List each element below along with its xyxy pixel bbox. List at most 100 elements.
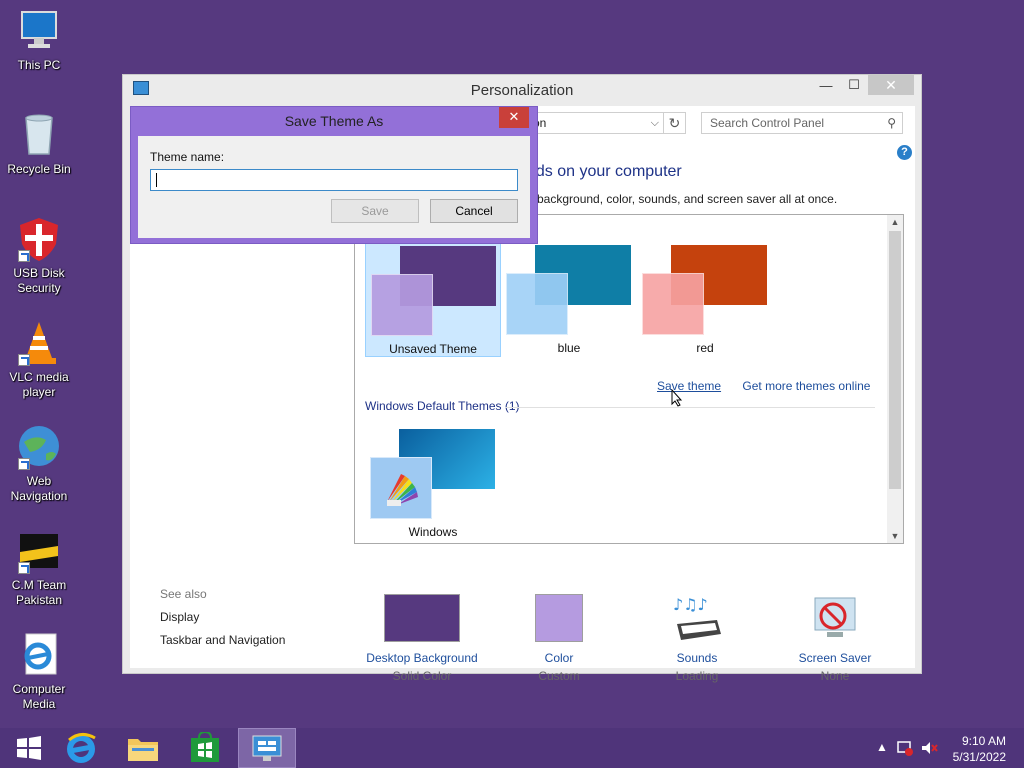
shortcut-arrow-icon	[18, 458, 30, 470]
network-icon[interactable]	[896, 740, 914, 756]
screen-saver-icon	[797, 594, 873, 642]
desktop-background-swatch	[384, 594, 460, 642]
see-also-display-link[interactable]: Display	[160, 610, 199, 624]
color-swatch	[535, 594, 583, 642]
color-palette-icon	[370, 457, 432, 519]
scroll-up-icon[interactable]: ▲	[887, 217, 903, 227]
windows-logo-icon	[17, 736, 41, 760]
window-title-bar[interactable]: Personalization — ☐ ✕	[123, 75, 921, 105]
theme-name-input[interactable]	[150, 169, 518, 191]
scroll-down-icon[interactable]: ▼	[887, 531, 903, 541]
close-button[interactable]: ✕	[868, 75, 914, 95]
desktop-icon-label: Recycle Bin	[7, 162, 71, 176]
desktop-background-link[interactable]: Desktop Background	[352, 651, 492, 665]
screen-saver-option[interactable]: Screen Saver None	[765, 594, 905, 683]
computer-icon	[16, 8, 62, 54]
see-also-taskbar-link[interactable]: Taskbar and Navigation	[160, 633, 285, 647]
taskbar-control-panel[interactable]	[238, 728, 296, 768]
system-clock[interactable]: 9:10 AM 5/31/2022	[953, 733, 1006, 765]
show-hidden-icons[interactable]: ▲	[876, 740, 888, 754]
recycle-bin-icon	[16, 112, 62, 158]
control-panel-icon	[252, 735, 282, 761]
screen-saver-value: None	[820, 669, 850, 683]
desktop-background-option[interactable]: Desktop Background Solid Color	[352, 594, 492, 683]
color-value: Custom	[538, 669, 580, 683]
store-icon	[191, 732, 219, 762]
desktop-icon-label: USB Disk Security	[13, 266, 65, 295]
theme-label: Unsaved Theme	[389, 342, 477, 356]
page-heading: nds on your computer	[527, 163, 682, 180]
address-bar[interactable]: on ⌵	[524, 112, 664, 134]
shortcut-arrow-icon	[18, 562, 30, 574]
desktop-icon-computer-media[interactable]: Computer Media	[4, 632, 74, 712]
chevron-down-icon[interactable]: ⌵	[651, 113, 659, 133]
search-icon[interactable]: ⚲	[887, 113, 896, 133]
dialog-title: Save Theme As	[284, 113, 384, 129]
desktop-icon-this-pc[interactable]: This PC	[4, 8, 74, 73]
taskbar-file-explorer[interactable]	[114, 728, 172, 768]
theme-label: red	[696, 341, 714, 355]
start-button[interactable]	[0, 728, 58, 768]
desktop-icon-label: VLC media player	[9, 370, 69, 399]
shortcut-arrow-icon	[18, 354, 30, 366]
shield-icon	[16, 216, 62, 262]
theme-windows[interactable]: Windows	[365, 419, 501, 541]
desktop-icon-cm-team[interactable]: C.M Team Pakistan	[4, 528, 74, 608]
cancel-button[interactable]: Cancel	[430, 199, 518, 223]
dialog-body: Theme name: Save Cancel	[138, 136, 530, 238]
theme-red[interactable]: red	[637, 235, 773, 357]
sounds-icon: ♪♫♪	[659, 594, 735, 642]
theme-label: Windows	[408, 525, 458, 539]
desktop-icon-vlc[interactable]: VLC media player	[4, 320, 74, 400]
desktop-background-value: Solid Color	[392, 669, 452, 683]
desktop-icon-recycle-bin[interactable]: Recycle Bin	[4, 112, 74, 177]
taskbar: ▲ 9:10 AM 5/31/2022	[0, 728, 1024, 768]
sounds-link[interactable]: Sounds	[627, 651, 767, 665]
theme-unsaved[interactable]: Unsaved Theme	[365, 235, 501, 357]
dialog-close-button[interactable]: ✕	[499, 107, 529, 128]
theme-color-swatch	[642, 273, 704, 335]
cm-team-icon	[16, 528, 62, 574]
desktop-icon-label: Web Navigation	[10, 474, 68, 503]
screen-saver-link[interactable]: Screen Saver	[765, 651, 905, 665]
color-link[interactable]: Color	[489, 651, 629, 665]
taskbar-internet-explorer[interactable]	[52, 728, 110, 768]
color-option[interactable]: Color Custom	[489, 594, 629, 683]
theme-blue[interactable]: blue	[501, 235, 637, 357]
theme-list-scrollbar[interactable]: ▲ ▼	[887, 215, 903, 543]
theme-links: Save theme Get more themes online	[657, 379, 888, 393]
refresh-button[interactable]: ↻	[664, 112, 686, 134]
search-input[interactable]: Search Control Panel ⚲	[701, 112, 903, 134]
folder-icon	[128, 739, 158, 761]
vlc-cone-icon	[16, 320, 62, 366]
desktop-icon-usb-disk-security[interactable]: USB Disk Security	[4, 216, 74, 296]
desktop-icon-label: Computer Media	[12, 682, 66, 711]
desktop-icon-web-navigation[interactable]: Web Navigation	[4, 424, 74, 504]
page-subtext: p background, color, sounds, and screen …	[527, 192, 838, 206]
sounds-option[interactable]: ♪♫♪ Sounds Loading	[627, 594, 767, 683]
mouse-cursor-icon	[671, 389, 683, 407]
see-also-title: See also	[160, 587, 207, 601]
svg-text:♪♫♪: ♪♫♪	[673, 595, 708, 614]
scrollbar-thumb[interactable]	[889, 231, 901, 489]
default-themes-header: Windows Default Themes (1)	[365, 399, 520, 413]
taskbar-store[interactable]	[176, 728, 234, 768]
help-icon[interactable]: ?	[897, 145, 912, 160]
internet-explorer-icon	[67, 733, 96, 763]
theme-name-label: Theme name:	[150, 150, 225, 164]
volume-muted-icon[interactable]	[920, 740, 938, 756]
dialog-title-bar[interactable]: Save Theme As ✕	[131, 107, 537, 135]
globe-icon	[16, 424, 62, 470]
save-theme-link[interactable]: Save theme	[657, 379, 721, 393]
sounds-value: Loading	[675, 669, 719, 683]
minimize-button[interactable]: —	[812, 75, 840, 95]
theme-color-swatch	[371, 274, 433, 336]
theme-list: Unsaved Theme blue red Save theme Get mo…	[354, 214, 904, 544]
text-caret	[156, 173, 157, 187]
theme-color-swatch	[506, 273, 568, 335]
save-button[interactable]: Save	[331, 199, 419, 223]
ie-document-icon	[16, 632, 62, 678]
window-title: Personalization	[470, 81, 574, 99]
get-more-themes-link[interactable]: Get more themes online	[742, 379, 870, 393]
maximize-button[interactable]: ☐	[840, 75, 868, 95]
